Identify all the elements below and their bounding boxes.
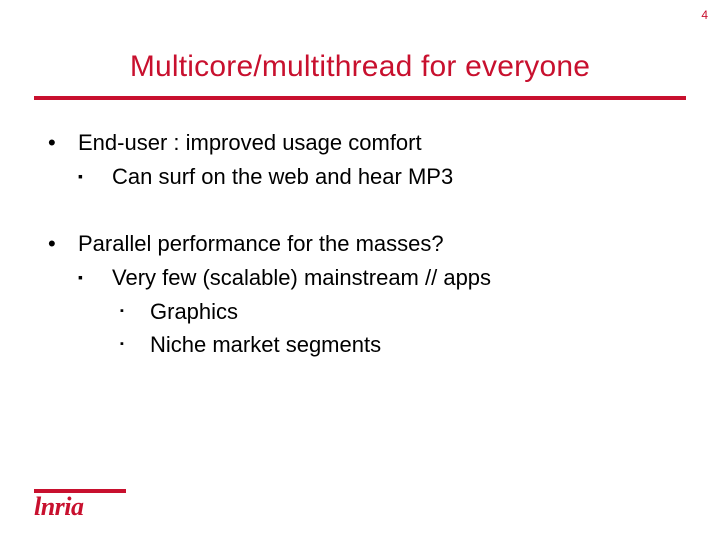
slide-title: Multicore/multithread for everyone [0,50,720,84]
content-area: • End-user : improved usage comfort ▪ Ca… [48,128,672,364]
list-item-text: End-user : improved usage comfort [78,128,422,158]
title-rule [34,96,686,100]
list-item-text: Can surf on the web and hear MP3 [112,162,453,192]
list-item-text: Niche market segments [150,330,381,360]
inria-logo: lnria [34,495,126,518]
page-number: 4 [701,8,708,22]
bullet-square-icon: ▪ [112,330,150,352]
list-item: • End-user : improved usage comfort [48,128,672,158]
list-item: ▪ Very few (scalable) mainstream // apps [78,263,672,293]
list-item-text: Very few (scalable) mainstream // apps [112,263,491,293]
list-item-text: Parallel performance for the masses? [78,229,444,259]
bullet-dot-icon: • [48,229,78,259]
list-item-text: Graphics [150,297,238,327]
slide: 4 Multicore/multithread for everyone • E… [0,0,720,540]
list-item: • Parallel performance for the masses? [48,229,672,259]
bullet-square-icon: ▪ [112,297,150,319]
list-item: ▪ Niche market segments [112,330,672,360]
list-item: ▪ Can surf on the web and hear MP3 [78,162,672,192]
bullet-square-icon: ▪ [78,263,112,287]
bullet-dot-icon: • [48,128,78,158]
logo-area: lnria [34,489,126,518]
bullet-square-icon: ▪ [78,162,112,186]
list-item: ▪ Graphics [112,297,672,327]
